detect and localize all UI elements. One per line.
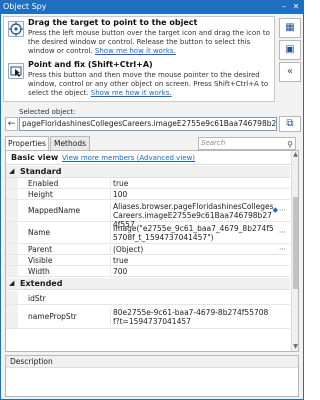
table-row[interactable]: Height 100 <box>6 189 290 200</box>
crosshair-target-icon[interactable] <box>8 21 24 37</box>
pin-icon[interactable]: ◆ <box>273 206 278 214</box>
ellipsis-icon[interactable]: ⋯ <box>279 206 286 214</box>
section-standard[interactable]: ◢ Standard <box>6 166 290 178</box>
window-title: Object Spy <box>3 2 47 11</box>
properties-grid: Basic view View more members (Advanced v… <box>5 150 299 352</box>
table-row[interactable]: Visible true <box>6 255 290 266</box>
tab-methods[interactable]: Methods <box>50 136 90 150</box>
selected-object-label: Selected object: <box>19 108 76 116</box>
ellipsis-icon[interactable]: ⋯ <box>279 245 286 253</box>
scroll-thumb[interactable] <box>293 197 298 289</box>
highlight-object-icon[interactable]: ⧉ <box>279 116 301 132</box>
prop-value-height: 100 <box>110 190 274 199</box>
back-arrow-icon[interactable]: ← <box>5 117 18 131</box>
properties-scrollbar[interactable]: ▲ ▼ <box>291 151 298 351</box>
view-bar: Basic view View more members (Advanced v… <box>6 151 298 165</box>
section-standard-title: Standard <box>20 167 62 176</box>
table-row[interactable]: Parent (Object) ⋯ <box>6 244 290 255</box>
prop-name-width: Width <box>28 267 50 276</box>
drag-target-tool: Drag the target to point to the object P… <box>4 17 276 59</box>
scroll-down-icon[interactable]: ▼ <box>292 343 298 351</box>
scroll-up-icon[interactable]: ▲ <box>292 151 298 159</box>
close-icon[interactable]: ✕ <box>291 2 301 12</box>
ellipsis-icon[interactable]: ⋯ <box>279 228 286 236</box>
selected-object-field[interactable]: pageFloridashinesCollegesCareers.imageE2… <box>19 117 277 131</box>
description-title: Description <box>6 356 298 368</box>
collapse-triangle-icon[interactable]: ◢ <box>9 278 14 289</box>
tool-panel: Drag the target to point to the object P… <box>3 16 275 102</box>
drag-target-help-link[interactable]: Show me how it works. <box>95 47 176 55</box>
drag-target-description: Press the left mouse button over the tar… <box>28 29 272 56</box>
prop-value-namepropstr: 80e2755e-9c61-baa7-4679-8b274f55708f?t=1… <box>110 308 274 326</box>
table-row[interactable]: MappedName Aliases.browser.pageFloridash… <box>6 200 290 229</box>
collapse-icon[interactable]: « <box>279 62 301 82</box>
point-fix-title: Point and fix (Shift+Ctrl+A) <box>28 60 153 69</box>
prop-name-visible: Visible <box>28 256 53 265</box>
dock-icon[interactable]: ▣ <box>279 40 301 60</box>
point-fix-tool: Point and fix (Shift+Ctrl+A) Press this … <box>4 59 276 101</box>
prop-name-parent: Parent <box>28 245 53 254</box>
prop-name-namepropstr: namePropStr <box>28 312 77 321</box>
prop-name-idstr: idStr <box>28 294 46 303</box>
minimize-icon[interactable]: – <box>279 2 289 12</box>
prop-value-name: Image("e2755e_9c61_baa7_4679_8b274f55708… <box>110 224 274 242</box>
point-fix-description: Press this button and then move the mous… <box>28 71 272 98</box>
drag-target-title: Drag the target to point to the object <box>28 18 198 27</box>
point-fix-help-link[interactable]: Show me how it works. <box>91 89 172 97</box>
window-tile-icon[interactable]: ▦ <box>279 18 301 38</box>
section-extended-title: Extended <box>20 279 63 288</box>
basic-view-label: Basic view <box>11 153 59 162</box>
prop-name-enabled: Enabled <box>28 179 59 188</box>
prop-value-visible: true <box>110 256 274 265</box>
prop-value-enabled: true <box>110 179 274 188</box>
pointer-fix-icon[interactable] <box>8 63 24 79</box>
collapse-triangle-icon[interactable]: ◢ <box>9 166 14 177</box>
section-extended[interactable]: ◢ Extended <box>6 278 290 290</box>
title-bar: Object Spy <box>0 0 304 14</box>
table-row[interactable]: namePropStr 80e2755e-9c61-baa7-4679-8b27… <box>6 305 290 329</box>
table-row[interactable]: idStr <box>6 291 290 305</box>
prop-value-parent: (Object) <box>110 245 274 254</box>
search-placeholder: Search <box>201 139 226 147</box>
table-row[interactable]: Enabled true <box>6 178 290 189</box>
prop-name-name: Name <box>28 228 51 237</box>
tab-properties[interactable]: Properties <box>5 136 49 150</box>
description-panel: Description <box>5 355 299 397</box>
prop-name-height: Height <box>28 190 53 199</box>
table-row[interactable]: Width 700 <box>6 266 290 277</box>
advanced-view-link[interactable]: View more members (Advanced view) <box>62 154 195 162</box>
prop-value-width: 700 <box>110 267 274 276</box>
table-row[interactable]: Name Image("e2755e_9c61_baa7_4679_8b274f… <box>6 222 290 244</box>
search-input[interactable]: Search ⚲ <box>198 137 296 150</box>
search-icon[interactable]: ⚲ <box>287 139 293 150</box>
prop-name-mappedname: MappedName <box>28 206 81 215</box>
object-spy-window: Drag the target to point to the object P… <box>0 14 304 400</box>
